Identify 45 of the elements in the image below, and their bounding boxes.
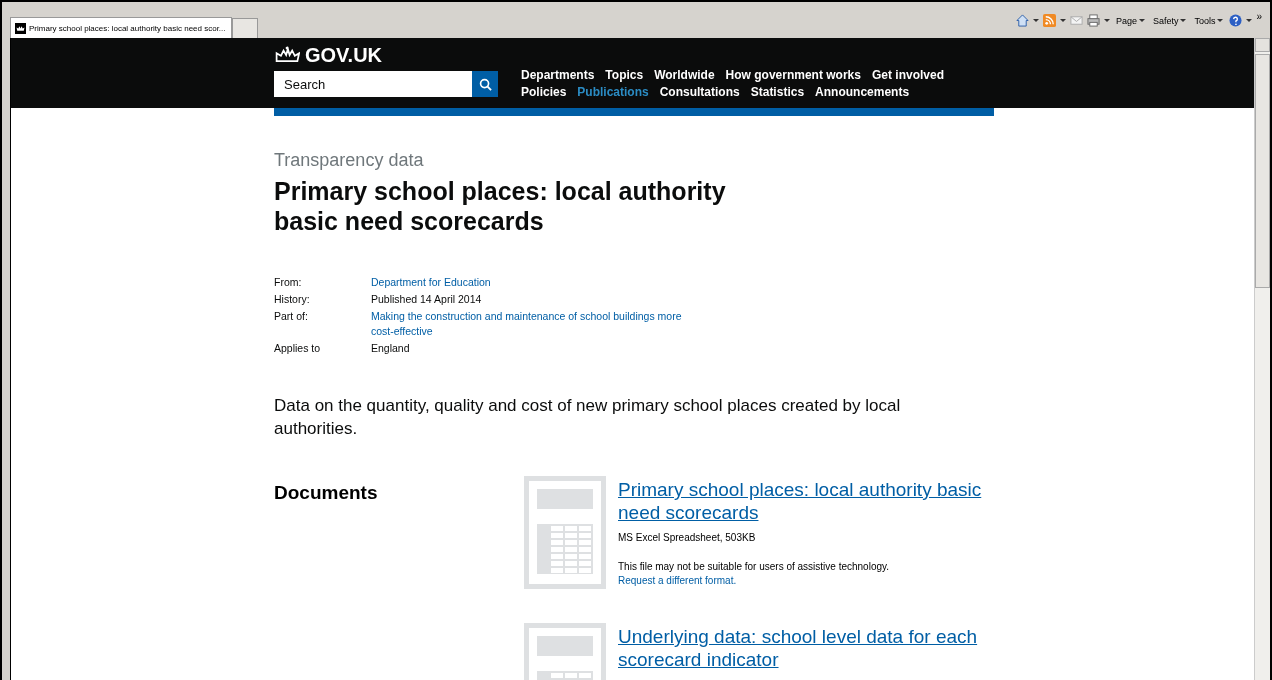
summary-text: Data on the quantity, quality and cost of new primary school places created by local authorities. — [274, 395, 902, 440]
site-logo[interactable]: GOV.UK — [305, 43, 383, 67]
search-button[interactable] — [472, 71, 498, 97]
metadata-label: From: — [274, 275, 303, 290]
toolbar-menu[interactable]: Safety — [1150, 15, 1189, 26]
page-title: Primary school places: local authority basic need scorecards — [274, 176, 727, 236]
dropdown-arrow-icon[interactable] — [1103, 19, 1110, 22]
nav-link[interactable]: Publications — [577, 85, 649, 99]
section-heading: Documents — [274, 482, 379, 505]
toolbar-menu[interactable]: Tools — [1192, 15, 1226, 26]
spreadsheet-thumbnail-icon — [524, 476, 606, 589]
document-link[interactable]: Primary school places: local authority basic need scorecards — [618, 478, 993, 524]
metadata-label: Applies to — [274, 341, 322, 356]
more-chevron[interactable]: » — [1256, 11, 1262, 22]
accessibility-note: This file may not be suitable for users of assistive technology. — [618, 561, 891, 572]
file-format: MS Excel Spreadsheet, 503KB — [618, 532, 757, 543]
metadata-link[interactable]: Department for Education — [371, 275, 691, 290]
nav-link[interactable]: Policies — [521, 85, 567, 99]
metadata-label: Part of: — [274, 309, 309, 324]
search-icon — [478, 77, 492, 91]
help-icon[interactable] — [1229, 14, 1243, 27]
browser-tab[interactable]: Primary school places: local authority basic need scor... — [10, 17, 232, 38]
nav-link[interactable]: Topics — [605, 68, 644, 82]
search-field[interactable]: Search — [274, 71, 472, 97]
nav-link[interactable]: Get involved — [871, 68, 944, 82]
metadata-link[interactable]: Making the construction and maintenance of school buildings more cost-effective — [371, 309, 691, 339]
page-type: Transparency data — [274, 150, 425, 171]
nav-link[interactable]: Consultations — [659, 85, 740, 99]
nav-link[interactable]: Statistics — [750, 85, 805, 99]
dropdown-arrow-icon[interactable] — [1059, 19, 1066, 22]
document-link[interactable]: Underlying data: school level data for each scorecard indicator — [618, 625, 993, 671]
dropdown-arrow-icon[interactable] — [1246, 19, 1253, 22]
metadata-value: Published 14 April 2014 — [371, 292, 483, 307]
toolbar-menu[interactable]: Page — [1113, 15, 1147, 26]
metadata-value: England — [371, 341, 411, 356]
nav-link[interactable]: Departments — [521, 68, 595, 82]
request-format-link[interactable]: Request a different format. — [618, 575, 993, 586]
nav-link[interactable]: Worldwide — [654, 68, 715, 82]
dropdown-arrow-icon[interactable] — [1032, 19, 1039, 22]
nav-link[interactable]: Announcements — [815, 85, 910, 99]
metadata-label: History: — [274, 292, 311, 307]
nav-link[interactable]: How government works — [725, 68, 861, 82]
crown-icon — [15, 22, 26, 34]
printer-icon[interactable] — [1086, 14, 1100, 27]
crown-icon — [274, 46, 300, 64]
